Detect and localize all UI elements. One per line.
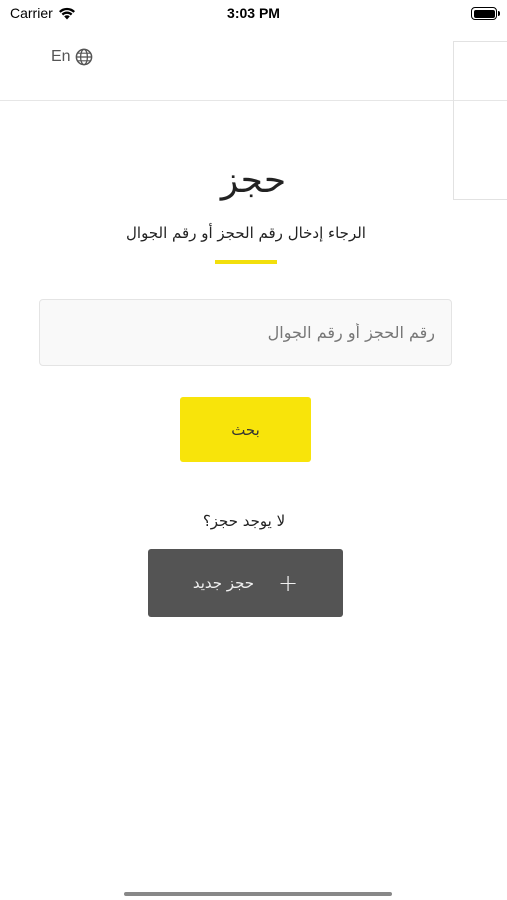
status-time: 3:03 PM xyxy=(227,5,280,21)
search-button-label: بحث xyxy=(231,420,260,439)
new-booking-button[interactable]: حجز جديد + xyxy=(148,549,343,617)
new-booking-button-label: حجز جديد xyxy=(192,574,255,592)
no-booking-prompt: لا يوجد حجز؟ xyxy=(202,512,286,530)
battery-level xyxy=(473,9,495,18)
search-field[interactable] xyxy=(39,299,452,366)
battery-icon xyxy=(471,7,500,20)
home-indicator xyxy=(124,892,392,896)
search-input[interactable] xyxy=(40,300,451,365)
globe-icon xyxy=(75,48,92,66)
top-header: En xyxy=(0,28,507,101)
status-bar: Carrier 3:03 PM xyxy=(0,0,507,28)
search-button[interactable]: بحث xyxy=(180,397,311,462)
language-toggle[interactable]: En xyxy=(51,48,93,66)
page-title: حجز xyxy=(220,160,287,201)
title-underline xyxy=(215,260,277,264)
page-subtitle: الرجاء إدخال رقم الحجز أو رقم الجوال xyxy=(126,224,366,242)
language-label: En xyxy=(51,48,71,65)
plus-icon: + xyxy=(278,569,299,597)
